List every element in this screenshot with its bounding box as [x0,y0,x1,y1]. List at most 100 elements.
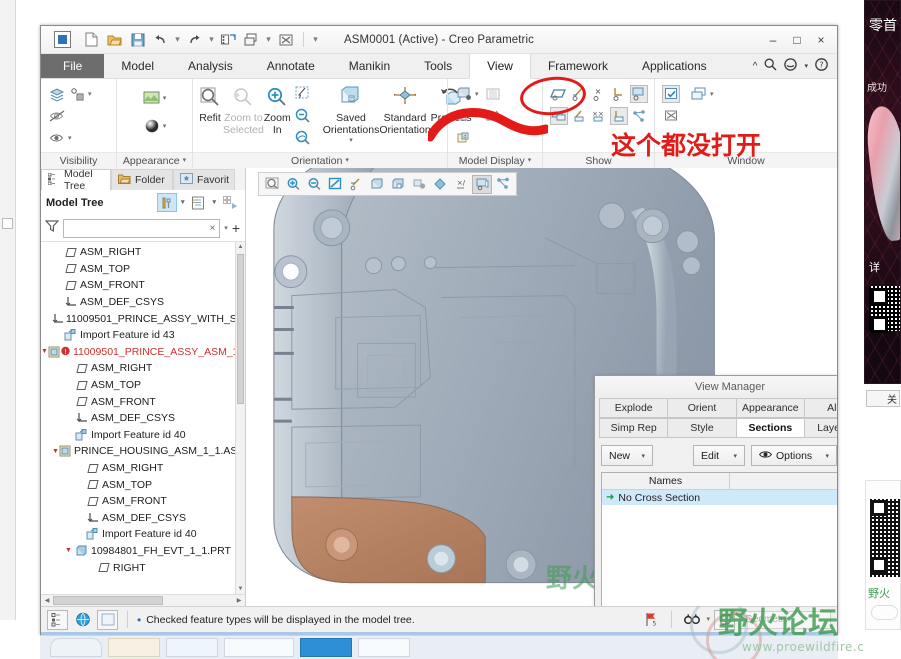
tab-framework[interactable]: Framework [531,54,625,78]
vm-tab-explode[interactable]: Explode [599,398,669,418]
scroll-left-icon[interactable]: ◀ [41,597,53,604]
tab-file[interactable]: File [41,54,105,78]
model-display-group-launcher-icon[interactable]: ▾ [528,157,532,164]
minimize-button[interactable]: – [761,29,785,51]
model-tree-item[interactable]: ▼! 11009501_PRINCE_ASSY_ASM_1_1 [41,344,235,361]
zoom-in-button[interactable]: Zoom In [264,82,291,137]
nav-tab-favorites[interactable]: Favorit [173,169,235,190]
spin-center-display-icon[interactable] [630,107,648,125]
view-manager-button[interactable] [388,175,408,194]
scroll-right-icon[interactable]: ▶ [233,597,245,604]
sections-list[interactable]: Names ➜ No Cross Section [601,472,837,606]
tree-columns-button[interactable] [220,193,240,212]
vm-tab-sections[interactable]: Sections [735,418,805,438]
regenerate-icon[interactable] [218,29,239,50]
add-filter-icon[interactable]: + [232,221,240,235]
taskbar-item-5[interactable] [300,638,352,657]
open-file-icon[interactable] [104,29,125,50]
model-tree-vertical-scrollbar[interactable]: ▲ ▼ [235,242,245,594]
selection-filter-value[interactable]: Geometry [739,610,831,629]
zoom-previous-icon[interactable] [294,128,312,146]
datum-display-filters-button[interactable] [346,175,366,194]
model-tree-toggle-button[interactable] [47,609,68,630]
model-tree-item[interactable]: ASM_FRONT [41,493,235,510]
close-window-group-icon[interactable] [662,107,680,125]
zoom-out-icon[interactable] [294,106,312,124]
desktop-small-icon[interactable] [2,218,13,229]
undo-dropdown-icon[interactable]: ▾ [173,34,182,45]
help-icon[interactable]: ? [815,58,828,74]
redo-icon[interactable] [184,29,205,50]
appearance-group-launcher-icon[interactable]: ▾ [183,157,187,164]
plane-tag-display-icon[interactable] [550,107,568,125]
tree-filter-tools-dropdown-icon[interactable]: ▾ [181,199,185,206]
activate-window-icon[interactable] [662,85,680,103]
tab-manikin[interactable]: Manikin [332,54,407,78]
filter-dropdown-icon[interactable]: ▾ [224,225,228,232]
scene-dropdown-icon[interactable]: ▾ [475,113,479,120]
redo-dropdown-icon[interactable]: ▾ [207,34,216,45]
account-dropdown-icon[interactable]: ▾ [804,62,808,70]
model-tree-item[interactable]: ASM_DEF_CSYS [41,510,235,527]
customize-quick-access-icon[interactable]: ▾ [311,34,320,45]
point-tag-display-icon[interactable]: ×× [590,107,608,125]
options-button[interactable]: Options ▾ [751,445,837,466]
vm-tab-orient[interactable]: Orient [667,398,737,418]
vm-tab-layers[interactable]: Layers [803,418,837,438]
zoom-in-button[interactable] [283,175,303,194]
tree-search-input[interactable]: × [63,218,221,238]
window-switch-icon[interactable] [241,29,262,50]
appearance-sphere-dropdown-icon[interactable]: ▾ [163,123,167,130]
tree-expand-icon[interactable]: ▼ [63,547,74,554]
show-all-dropdown-icon[interactable]: ▾ [68,135,72,142]
model-tree-item[interactable]: 11009501_PRINCE_ASSY_WITH_SPKER [41,310,235,327]
clear-search-icon[interactable]: × [209,223,215,234]
tab-view[interactable]: View [469,54,531,79]
active-model-button[interactable] [714,609,735,630]
repaint-button[interactable] [262,175,282,194]
vertical-scroll-thumb[interactable] [237,254,244,404]
horizontal-scroll-thumb[interactable] [53,596,163,605]
model-tree-item[interactable]: ▼ 10984801_FH_EVT_1_1.PRT [41,543,235,560]
flag-annotation-button[interactable]: 5 [641,610,662,630]
display-style-icon[interactable] [455,85,473,103]
tree-settings-dropdown-icon[interactable]: ▾ [212,199,216,206]
options-dropdown-icon[interactable]: ▾ [825,452,829,460]
new-file-icon[interactable] [81,29,102,50]
perspective-view-icon[interactable] [485,85,503,103]
model-tree-item[interactable]: ASM_FRONT [41,277,235,294]
model-tree-item[interactable]: Import Feature id 40 [41,427,235,444]
model-tree-item[interactable]: ASM_TOP [41,261,235,278]
csys-tag-display-icon[interactable] [610,107,628,125]
taskbar-item-6[interactable] [358,638,410,657]
sections-list-row[interactable]: ➜ No Cross Section [602,490,837,505]
hide-icon[interactable] [48,107,66,125]
collapse-ribbon-icon[interactable]: ^ [753,61,758,72]
zoom-out-button[interactable] [304,175,324,194]
tree-settings-button[interactable] [188,193,208,212]
model-tree-horizontal-scrollbar[interactable]: ◀ ▶ [41,594,245,606]
selection-filter-dropdown[interactable]: ▾ [706,616,710,623]
edit-section-button[interactable]: Edit ▾ [693,445,745,466]
saved-orientations-button[interactable] [367,175,387,194]
scroll-up-icon[interactable]: ▲ [236,242,245,252]
appearance-gallery-icon[interactable] [143,89,161,107]
appearance-sphere-icon[interactable] [143,117,161,135]
taskbar-item-2[interactable] [108,638,160,657]
save-icon[interactable] [127,29,148,50]
zoom-box-icon[interactable] [294,84,312,102]
tab-applications[interactable]: Applications [625,54,724,78]
model-tree-item[interactable]: ASM_FRONT [41,393,235,410]
window-dropdown-icon[interactable]: ▾ [264,34,273,45]
maximize-button[interactable]: □ [785,29,809,51]
vm-tab-appearance[interactable]: Appearance [735,398,805,418]
saved-orientations-dropdown-icon[interactable]: ▾ [349,137,353,144]
tab-annotate[interactable]: Annotate [250,54,332,78]
tab-analysis[interactable]: Analysis [171,54,250,78]
account-icon[interactable] [784,58,798,74]
point-display-icon[interactable]: × [590,85,608,103]
tab-tools[interactable]: Tools [407,54,469,78]
model-tree-item[interactable]: ASM_RIGHT [41,360,235,377]
model-tree-item[interactable]: ASM_TOP [41,377,235,394]
axis-tag-display-icon[interactable] [570,107,588,125]
